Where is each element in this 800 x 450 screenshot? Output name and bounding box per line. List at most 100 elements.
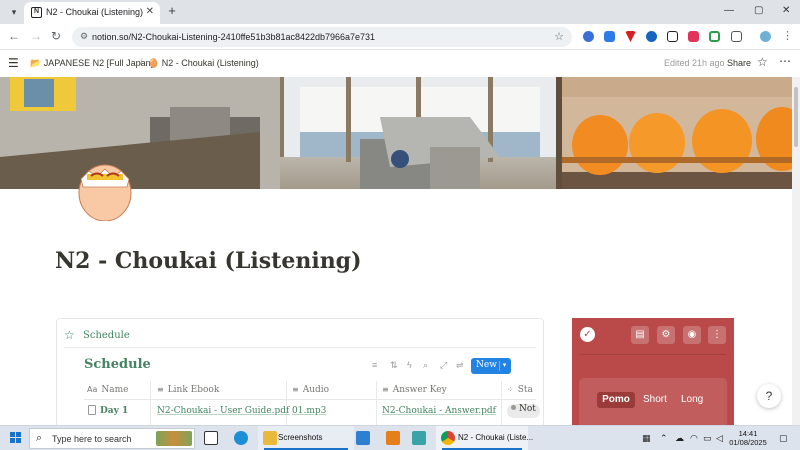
edited-timestamp: Edited 21h ago xyxy=(664,58,725,68)
site-info-icon[interactable]: ⚙ xyxy=(80,31,88,42)
sublime-text-icon[interactable] xyxy=(386,431,400,445)
taskbar-app-label: N2 - Choukai (Liste... xyxy=(458,433,534,442)
star-outline-icon: ☆ xyxy=(64,328,75,342)
battery-icon[interactable]: ▭ xyxy=(703,433,712,444)
vscode-icon[interactable] xyxy=(356,431,370,445)
user-account-icon[interactable]: ◉ xyxy=(683,326,701,344)
bookmark-star-icon[interactable]: ☆ xyxy=(554,30,564,43)
taskbar-clock[interactable]: 14:41 01/08/2025 xyxy=(728,429,768,447)
divider xyxy=(64,347,536,348)
volume-icon[interactable]: ◁ xyxy=(716,433,723,444)
column-divider xyxy=(376,381,377,425)
wifi-icon[interactable]: ◠ xyxy=(690,433,698,444)
reload-icon[interactable]: ↻ xyxy=(51,29,61,43)
forward-arrow-icon[interactable]: → xyxy=(30,29,42,43)
taskbar-app-chrome[interactable]: N2 - Choukai (Liste... xyxy=(436,426,533,450)
column-header-answer-key[interactable]: ≡ Answer Key xyxy=(382,385,447,395)
tab-search-chevron-icon[interactable]: ▾ xyxy=(6,4,22,20)
taskbar-search-input[interactable]: ⌕ Type here to search xyxy=(29,428,195,449)
page-egg-icon[interactable] xyxy=(77,157,133,221)
extension-pink-icon[interactable] xyxy=(688,31,699,42)
address-bar[interactable]: ⚙ notion.so/N2-Choukai-Listening-2410ffe… xyxy=(72,27,572,47)
more-options-icon[interactable]: ⋯ xyxy=(779,54,791,68)
profile-avatar-icon[interactable] xyxy=(760,31,771,42)
mode-short-break-tab[interactable]: Short xyxy=(643,392,667,408)
close-tab-icon[interactable]: ✕ xyxy=(146,6,154,17)
taskbar-app-screenshots[interactable]: Screenshots xyxy=(258,426,354,450)
column-header-audio[interactable]: ≡ Audio xyxy=(292,385,329,395)
close-window-icon[interactable]: ✕ xyxy=(782,5,790,16)
schedule-heading[interactable]: Schedule xyxy=(83,330,130,341)
checkmark-logo-icon: ✓ xyxy=(580,327,595,342)
column-divider xyxy=(501,381,502,425)
browser-tab-active[interactable]: N N2 - Choukai (Listening) ✕ xyxy=(24,2,160,24)
text-property-icon: ≡ xyxy=(292,385,299,394)
status-dot-icon xyxy=(511,405,516,410)
column-header-name[interactable]: Aa Name xyxy=(87,385,128,395)
share-button[interactable]: Share xyxy=(727,58,751,68)
column-header-link-ebook[interactable]: ≡ Link Ebook xyxy=(157,385,219,395)
chevron-down-icon[interactable]: ▾ xyxy=(499,361,509,371)
back-arrow-icon[interactable]: ← xyxy=(8,29,20,43)
extension-circle-icon[interactable] xyxy=(646,31,657,42)
extension-notion-icon[interactable] xyxy=(667,31,678,42)
extensions-puzzle-icon[interactable] xyxy=(731,31,742,42)
pomodoro-divider xyxy=(580,354,726,355)
edge-browser-icon[interactable] xyxy=(234,431,248,445)
more-vertical-icon[interactable]: ⋮ xyxy=(708,326,726,344)
report-chart-icon[interactable]: ▤ xyxy=(631,326,649,344)
breadcrumb-separator: / xyxy=(140,57,143,67)
automation-bolt-icon[interactable]: ϟ xyxy=(407,360,412,370)
maximize-window-icon[interactable]: ▢ xyxy=(754,5,763,16)
answer-key-link[interactable]: N2-Choukai - Answer.pdf xyxy=(382,406,496,416)
scrollbar-thumb[interactable] xyxy=(794,87,798,147)
windows-start-icon[interactable] xyxy=(10,432,22,444)
expand-icon[interactable]: ⤢ xyxy=(440,360,447,371)
browser-menu-icon[interactable]: ⋮ xyxy=(782,29,793,42)
search-placeholder: Type here to search xyxy=(52,434,132,444)
database-title[interactable]: Schedule xyxy=(84,357,151,372)
extension-blue-icon[interactable] xyxy=(583,31,594,42)
table-header-divider xyxy=(84,399,536,400)
row-name-cell[interactable]: Day 1 xyxy=(100,406,128,416)
page-title[interactable]: N2 - Choukai (Listening) xyxy=(55,248,361,274)
clock-date: 01/08/2025 xyxy=(729,438,767,447)
view-settings-icon[interactable]: ⇌ xyxy=(456,360,464,371)
address-url[interactable]: notion.so/N2-Choukai-Listening-2410ffe51… xyxy=(92,32,375,42)
extension-green-icon[interactable] xyxy=(709,31,720,42)
extension-red-icon[interactable] xyxy=(625,31,636,42)
sidebar-menu-icon[interactable]: ☰ xyxy=(8,56,19,70)
column-header-status[interactable]: ⁘ Sta xyxy=(507,385,533,395)
breadcrumb-item-page[interactable]: 🥚 N2 - Choukai (Listening) xyxy=(148,58,259,69)
sort-icon[interactable]: ⇅ xyxy=(390,360,398,371)
column-label: Name xyxy=(101,385,129,395)
favorite-star-icon[interactable]: ☆ xyxy=(757,55,768,69)
search-icon: ⌕ xyxy=(36,432,43,444)
egg-icon: 🥚 xyxy=(148,58,160,68)
breadcrumb-item-workspace[interactable]: 📂 JAPANESE N2 [Full Japan] xyxy=(30,58,153,69)
browser-tab-bar: ▾ N N2 - Choukai (Listening) ✕ + — ▢ ✕ xyxy=(0,0,800,24)
tray-apps-icon[interactable]: ▦ xyxy=(642,433,651,444)
chevron-up-icon[interactable]: ⌃ xyxy=(660,433,668,444)
audio-link[interactable]: 01.mp3 xyxy=(292,406,326,416)
filter-icon[interactable]: ≡ xyxy=(372,360,377,370)
status-badge[interactable]: Not xyxy=(507,404,540,418)
minimize-window-icon[interactable]: — xyxy=(724,5,734,16)
mode-pomo-tab[interactable]: Pomo xyxy=(597,392,635,408)
cloud-icon[interactable]: ☁ xyxy=(675,433,684,444)
text-property-icon: ≡ xyxy=(157,385,164,394)
extension-pen-icon[interactable] xyxy=(604,31,615,42)
new-tab-button[interactable]: + xyxy=(164,3,180,19)
help-question-icon[interactable]: ? xyxy=(757,384,781,408)
new-entry-button[interactable]: New ▾ xyxy=(471,358,511,374)
ebook-link[interactable]: N2-Choukai - User Guide.pdf xyxy=(157,406,289,416)
column-label: Answer Key xyxy=(392,385,447,395)
notifications-icon[interactable]: ▢ xyxy=(779,433,788,444)
gear-icon[interactable]: ⚙ xyxy=(657,326,675,344)
page-scrollbar[interactable] xyxy=(792,77,800,425)
search-icon[interactable]: ⌕ xyxy=(423,360,428,371)
task-view-icon[interactable] xyxy=(204,431,218,445)
mode-long-break-tab[interactable]: Long xyxy=(681,392,703,408)
taskbar-app-label: Screenshots xyxy=(278,433,323,442)
media-player-icon[interactable] xyxy=(412,431,426,445)
